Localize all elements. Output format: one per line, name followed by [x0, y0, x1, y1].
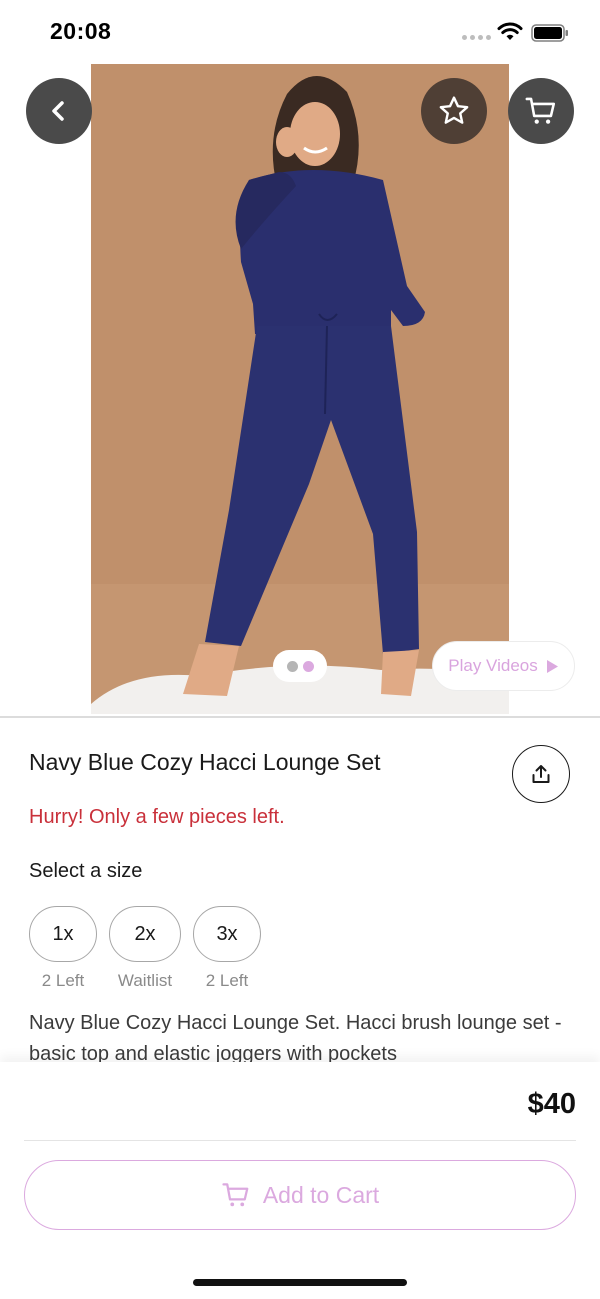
share-button[interactable]	[512, 745, 570, 803]
play-videos-label: Play Videos	[448, 656, 538, 675]
stock-warning: Hurry! Only a few pieces left.	[29, 806, 285, 828]
product-description: Navy Blue Cozy Hacci Lounge Set. Hacci b…	[29, 1012, 562, 1065]
cart-icon	[222, 1183, 249, 1207]
size-availability-1x: 2 Left	[41, 971, 85, 990]
cart-icon	[525, 97, 556, 124]
checkout-divider	[24, 1140, 576, 1141]
size-option-3x[interactable]: 3x	[193, 906, 261, 962]
checkout-bar: $40 Add to Cart	[0, 1062, 600, 1299]
size-prompt: Select a size	[29, 860, 143, 882]
status-bar: 20:08	[0, 0, 600, 64]
favorite-button[interactable]	[421, 78, 487, 144]
status-time: 20:08	[50, 18, 112, 44]
product-image[interactable]	[91, 64, 509, 714]
gallery-page-indicator	[273, 650, 327, 682]
product-photo	[91, 64, 509, 714]
back-button[interactable]	[26, 78, 92, 144]
image-divider	[0, 716, 600, 718]
battery-icon	[531, 24, 568, 42]
size-option-1x[interactable]: 1x	[29, 906, 97, 962]
add-to-cart-button[interactable]: Add to Cart	[24, 1160, 576, 1230]
size-availability-3x: 2 Left	[205, 971, 249, 990]
page-dot-2-active[interactable]	[302, 660, 314, 672]
chevron-left-icon	[52, 101, 64, 121]
play-videos-button[interactable]: Play Videos	[432, 641, 575, 691]
home-indicator[interactable]	[193, 1279, 407, 1286]
star-outline-icon	[439, 96, 469, 124]
cellular-icon	[462, 35, 491, 40]
cart-button[interactable]	[508, 78, 574, 144]
size-availability-2x: Waitlist	[117, 971, 173, 990]
wifi-icon	[497, 22, 523, 40]
share-icon	[532, 765, 550, 783]
play-icon	[546, 659, 558, 673]
add-to-cart-label: Add to Cart	[262, 1181, 380, 1208]
page-dot-1[interactable]	[286, 660, 298, 672]
product-price: $40	[527, 1088, 576, 1120]
product-title: Navy Blue Cozy Hacci Lounge Set	[29, 749, 381, 775]
size-option-2x[interactable]: 2x	[109, 906, 181, 962]
